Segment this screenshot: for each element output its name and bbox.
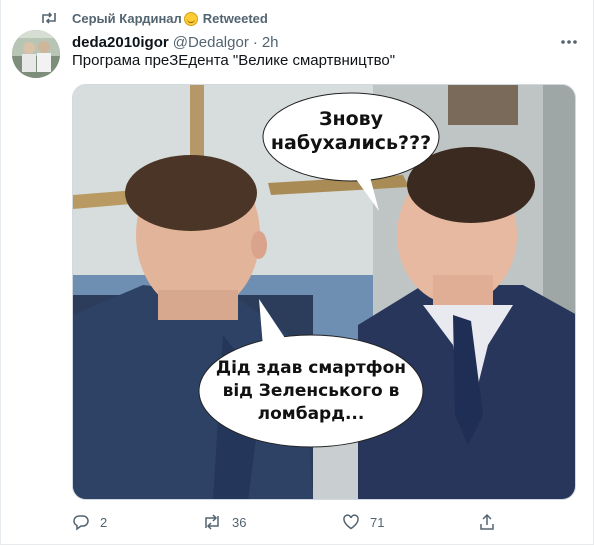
bubble-top-line1: Знову <box>319 108 384 130</box>
tweet-actions: 2 36 71 <box>72 510 512 534</box>
retweet-action-icon <box>205 514 219 530</box>
bubble-bottom-line2: від Зеленського в <box>223 381 400 401</box>
bubble-bottom-line1: Дід здав смартфон <box>216 358 406 378</box>
tweet-header: deda2010igor @Dedalgor · 2h <box>72 32 574 52</box>
heart-icon <box>343 514 359 530</box>
retweet-context: Серый Кардинал Retweeted <box>40 10 268 26</box>
share-button[interactable] <box>478 510 506 534</box>
avatar[interactable] <box>12 30 60 78</box>
smile-emoji-icon <box>183 12 198 26</box>
bubble-top-line2: набухались??? <box>271 132 431 154</box>
share-icon <box>480 513 494 530</box>
reply-count: 2 <box>100 514 108 530</box>
retweet-label: Retweeted <box>202 10 268 26</box>
separator-dot: · <box>252 33 258 51</box>
retweet-icon <box>40 10 58 26</box>
like-count: 71 <box>370 514 385 530</box>
retweet-button[interactable]: 36 <box>202 510 246 534</box>
reply-button[interactable]: 2 <box>72 510 107 534</box>
tweet-time[interactable]: 2h <box>262 34 279 51</box>
author-name[interactable]: deda2010igor <box>72 34 169 51</box>
retweet-count: 36 <box>232 514 247 530</box>
more-options-icon[interactable] <box>558 32 580 52</box>
tweet-media-image[interactable]: Знову набухались??? Дід здав смартфон ві… <box>72 84 576 500</box>
author-handle[interactable]: @Dedalgor <box>173 34 249 51</box>
like-button[interactable]: 71 <box>342 510 384 534</box>
retweet-user[interactable]: Серый Кардинал <box>72 11 182 26</box>
tweet-text: Програма преЗЕдента "Велике смартвництво… <box>72 52 396 69</box>
reply-icon <box>73 515 89 531</box>
bubble-bottom-line3: ломбард... <box>258 404 365 424</box>
